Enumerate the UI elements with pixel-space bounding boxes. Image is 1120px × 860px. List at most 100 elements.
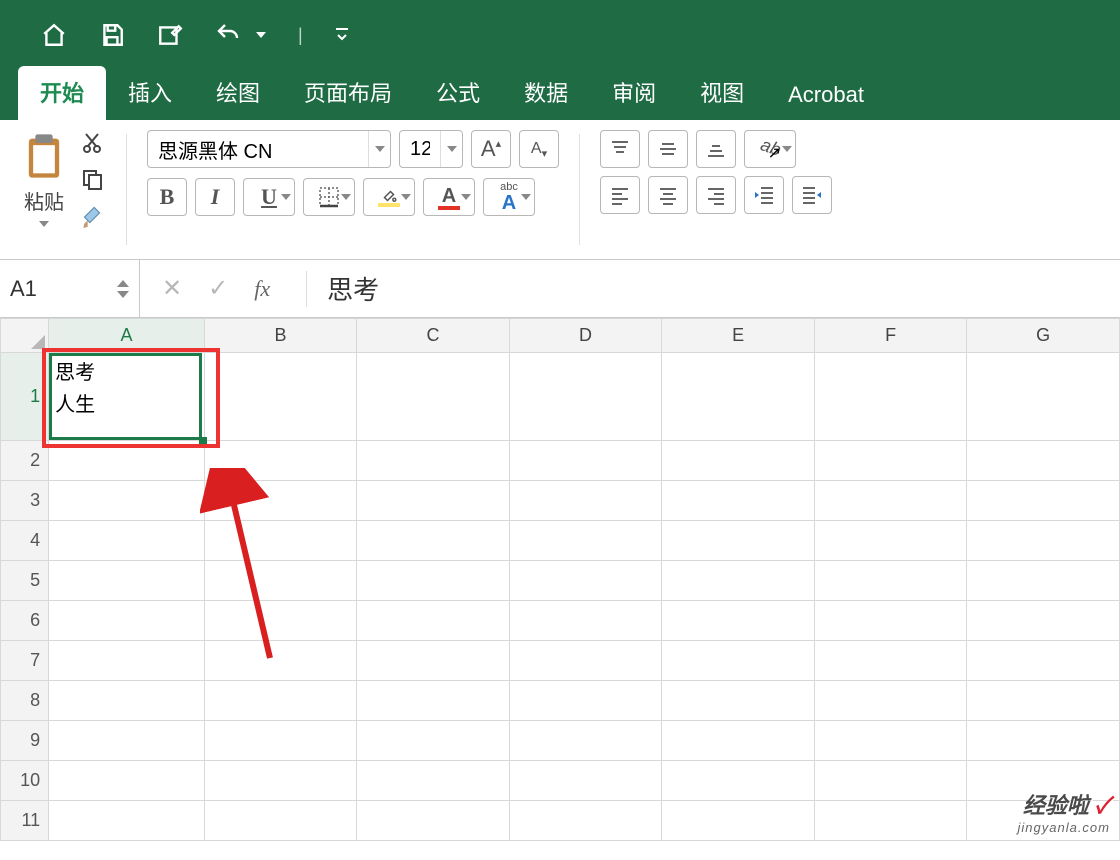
undo-icon[interactable] [214,21,242,49]
font-size-input[interactable] [400,131,440,167]
row-header-7[interactable]: 7 [1,641,49,681]
orientation-dropdown-icon[interactable] [782,146,792,152]
tab-page-layout[interactable]: 页面布局 [282,66,414,120]
save-icon[interactable] [98,21,126,49]
decrease-indent-button[interactable] [744,176,784,214]
copy-button[interactable] [78,166,106,192]
tab-view[interactable]: 视图 [678,66,766,120]
cancel-formula-button[interactable]: ✕ [162,274,182,303]
group-font: A▴ A▾ B I U [139,128,567,259]
cell-A6[interactable] [49,601,205,641]
cell-A11[interactable] [49,801,205,841]
formula-input[interactable] [321,273,1120,304]
cell-A10[interactable] [49,761,205,801]
phonetic-guide-button[interactable]: abc A [483,178,535,216]
row-header-6[interactable]: 6 [1,601,49,641]
cell-A7[interactable] [49,641,205,681]
tab-home[interactable]: 开始 [18,66,106,120]
underline-dropdown-icon[interactable] [281,194,291,200]
font-size-combo[interactable] [399,130,463,168]
tab-insert[interactable]: 插入 [106,66,194,120]
cell-E1[interactable] [662,353,815,441]
cell-A2[interactable] [49,441,205,481]
quick-access-toolbar: | [0,0,1120,70]
name-box-input[interactable] [10,276,90,302]
watermark-brand: 经验啦 [1023,793,1089,818]
borders-button[interactable] [303,178,355,216]
row-header-9[interactable]: 9 [1,721,49,761]
decrease-font-button[interactable]: A▾ [519,130,559,168]
borders-dropdown-icon[interactable] [341,194,351,200]
row-header-3[interactable]: 3 [1,481,49,521]
col-header-D[interactable]: D [509,319,662,353]
name-box[interactable] [0,260,140,317]
font-color-dropdown-icon[interactable] [461,194,471,200]
row-header-1[interactable]: 1 [1,353,49,441]
qat-separator: | [298,25,303,46]
paste-button[interactable]: 粘贴 [18,130,70,227]
tab-formulas[interactable]: 公式 [414,66,502,120]
increase-font-button[interactable]: A▴ [471,130,511,168]
align-right-button[interactable] [696,176,736,214]
select-all-corner[interactable] [1,319,49,353]
fx-icon[interactable]: fx [254,276,270,302]
fill-color-button[interactable] [363,178,415,216]
col-header-G[interactable]: G [967,319,1120,353]
font-size-dropdown-icon[interactable] [440,131,462,167]
font-name-dropdown-icon[interactable] [368,131,390,167]
cell-A8[interactable] [49,681,205,721]
row-header-11[interactable]: 11 [1,801,49,841]
enter-formula-button[interactable]: ✓ [208,274,228,303]
col-header-A[interactable]: A [49,319,205,353]
edit-icon[interactable] [156,21,184,49]
row-header-8[interactable]: 8 [1,681,49,721]
align-bottom-button[interactable] [696,130,736,168]
font-name-combo[interactable] [147,130,391,168]
phonetic-dropdown-icon[interactable] [521,194,531,200]
cell-A3[interactable] [49,481,205,521]
tab-acrobat[interactable]: Acrobat [766,72,886,120]
cell-C1[interactable] [357,353,510,441]
italic-button[interactable]: I [195,178,235,216]
cell-A5[interactable] [49,561,205,601]
align-middle-button[interactable] [648,130,688,168]
selection-fill-handle[interactable] [199,437,207,445]
align-center-button[interactable] [648,176,688,214]
cell-G1[interactable] [967,353,1120,441]
cell-A1[interactable]: 思考 人生 [49,353,205,441]
orientation-button[interactable]: ab ↗ [744,130,796,168]
customize-qat-icon[interactable] [333,21,351,49]
col-header-B[interactable]: B [204,319,357,353]
format-painter-button[interactable] [78,202,106,228]
row-header-5[interactable]: 5 [1,561,49,601]
cell-A9[interactable] [49,721,205,761]
font-name-input[interactable] [148,131,368,167]
bold-button[interactable]: B [147,178,187,216]
fill-color-dropdown-icon[interactable] [401,194,411,200]
col-header-C[interactable]: C [357,319,510,353]
cell-D1[interactable] [509,353,662,441]
underline-button[interactable]: U [243,178,295,216]
col-header-E[interactable]: E [662,319,815,353]
paste-dropdown-icon[interactable] [39,221,49,227]
row-header-10[interactable]: 10 [1,761,49,801]
cell-A4[interactable] [49,521,205,561]
undo-dropdown-icon[interactable] [254,21,268,49]
tab-review[interactable]: 审阅 [590,66,678,120]
cell-B1[interactable] [204,353,357,441]
row-header-2[interactable]: 2 [1,441,49,481]
col-header-F[interactable]: F [814,319,967,353]
cell-F1[interactable] [814,353,967,441]
font-color-button[interactable]: A [423,178,475,216]
name-box-spinner[interactable] [117,280,129,298]
align-left-button[interactable] [600,176,640,214]
formula-bar: ✕ ✓ fx [0,260,1120,318]
home-icon[interactable] [40,21,68,49]
tab-data[interactable]: 数据 [502,66,590,120]
increase-indent-button[interactable] [792,176,832,214]
row-header-4[interactable]: 4 [1,521,49,561]
cut-button[interactable] [78,130,106,156]
spreadsheet-grid: A B C D E F G 1 思考 人生 2 3 4 5 6 7 8 9 10… [0,318,1120,841]
tab-draw[interactable]: 绘图 [194,66,282,120]
align-top-button[interactable] [600,130,640,168]
